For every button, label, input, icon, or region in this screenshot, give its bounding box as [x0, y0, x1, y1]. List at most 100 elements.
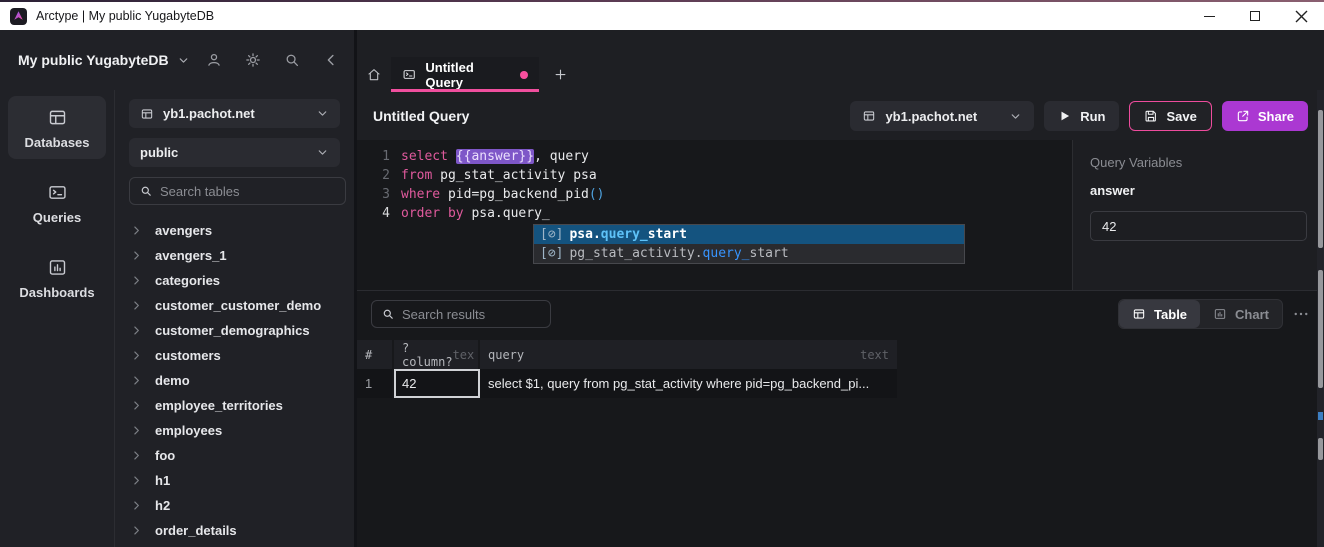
chevron-right-icon [131, 400, 142, 411]
table-list-item[interactable]: categories [129, 268, 340, 293]
search-icon[interactable] [283, 51, 301, 69]
tab-bar: Untitled Query [357, 57, 1324, 92]
table-search [129, 177, 346, 205]
view-table-button[interactable]: Table [1119, 300, 1200, 328]
code-line: select {{answer}}, query [401, 147, 605, 166]
left-sidebar: My public YugabyteDB Databases [0, 30, 357, 547]
new-tab-button[interactable] [539, 57, 581, 92]
minimize-icon [1204, 16, 1215, 17]
user-icon[interactable] [205, 51, 223, 69]
table-list-item[interactable]: customer_demographics [129, 318, 340, 343]
titlebar: Arctype | My public YugabyteDB [0, 2, 1324, 30]
results-search-input[interactable] [402, 307, 541, 322]
table-list-item[interactable]: h2 [129, 493, 340, 518]
view-chart-button[interactable]: Chart [1200, 300, 1282, 328]
scrollbar-thumb[interactable] [1318, 110, 1323, 248]
view-table-label: Table [1154, 307, 1187, 322]
chevron-right-icon [131, 300, 142, 311]
table-name: customers [155, 348, 221, 363]
table-list-item[interactable]: avengers_1 [129, 243, 340, 268]
gear-icon[interactable] [244, 51, 262, 69]
code-line: where pid=pg_backend_pid() [401, 185, 605, 204]
table-name: h1 [155, 473, 170, 488]
table-list-item[interactable]: demo [129, 368, 340, 393]
column-header-index[interactable]: # [357, 340, 394, 369]
scrollbar-thumb[interactable] [1318, 270, 1323, 388]
sql-editor[interactable]: 1234 select {{answer}}, queryfrom pg_sta… [357, 140, 1072, 290]
sidebar-item-dashboards[interactable]: Dashboards [8, 246, 106, 309]
table-list-item[interactable]: foo [129, 443, 340, 468]
table-name: avengers_1 [155, 248, 227, 263]
database-icon [862, 109, 876, 123]
connection-name: yb1.pachot.net [885, 109, 977, 124]
table-name: h2 [155, 498, 170, 513]
table-list-item[interactable]: order_details [129, 518, 340, 543]
table-name: avengers [155, 223, 212, 238]
sidebar-item-queries[interactable]: Queries [8, 171, 106, 234]
table-list-item[interactable]: customers [129, 343, 340, 368]
schema-selector[interactable]: public [129, 138, 340, 167]
table-search-input[interactable] [160, 184, 336, 199]
minimize-button[interactable] [1186, 2, 1232, 30]
run-button[interactable]: Run [1044, 101, 1119, 131]
autocomplete-item[interactable]: [⊘]pg_stat_activity.query_start [534, 244, 964, 263]
tab-untitled-query[interactable]: Untitled Query [391, 57, 539, 92]
scrollbar-marker [1318, 412, 1323, 420]
nav-label: Queries [33, 210, 81, 225]
query-header: Untitled Query yb1.pachot.net Run Save [357, 92, 1324, 140]
autocomplete-popup: [⊘]psa.query_start[⊘]pg_stat_activity.qu… [533, 224, 965, 264]
table-list: avengers avengers_1 categoriescustomer_cus… [129, 212, 340, 547]
share-button[interactable]: Share [1222, 101, 1308, 131]
connection-selector[interactable]: yb1.pachot.net [850, 101, 1034, 131]
sidebar-item-databases[interactable]: Databases [8, 96, 106, 159]
queries-icon [47, 182, 68, 203]
table-list-item[interactable]: h1 [129, 468, 340, 493]
table-list-item[interactable]: avengers [129, 218, 340, 243]
chevron-right-icon [131, 500, 142, 511]
chevron-right-icon [131, 475, 142, 486]
column-header-column1[interactable]: ?column? tex [394, 340, 480, 369]
table-list-item[interactable]: employee_territories [129, 393, 340, 418]
query-title: Untitled Query [373, 108, 469, 124]
table-list-item[interactable]: employees [129, 418, 340, 443]
table-name: employees [155, 423, 222, 438]
results-section: Table Chart # ?column? tex [357, 290, 1324, 547]
table-list-item[interactable]: customer_customer_demo [129, 293, 340, 318]
result-cell-column1[interactable]: 42 [394, 369, 480, 398]
workspace-selector[interactable]: My public YugabyteDB [18, 52, 190, 68]
results-options-icon[interactable] [1292, 305, 1310, 323]
nav-label: Dashboards [19, 285, 94, 300]
line-number: 4 [357, 204, 390, 223]
collapse-sidebar-icon[interactable] [322, 51, 340, 69]
table-name: customer_demographics [155, 323, 310, 338]
table-name: foo [155, 448, 175, 463]
chevron-right-icon [131, 275, 142, 286]
variable-value-input[interactable] [1090, 211, 1307, 241]
column-header-query[interactable]: query text [480, 340, 897, 369]
query-tab-icon [402, 67, 416, 82]
play-icon [1058, 109, 1072, 123]
results-toolbar: Table Chart [357, 291, 1324, 337]
table-row: 1 42 select $1, query from pg_stat_activ… [357, 369, 897, 398]
chevron-right-icon [131, 225, 142, 236]
window-scrollbar[interactable] [1317, 90, 1324, 547]
chevron-down-icon [1009, 110, 1022, 123]
save-button[interactable]: Save [1129, 101, 1211, 131]
table-name: employee_territories [155, 398, 283, 413]
autocomplete-item[interactable]: [⊘]psa.query_start [534, 225, 964, 244]
maximize-button[interactable] [1232, 2, 1278, 30]
view-chart-label: Chart [1235, 307, 1269, 322]
chevron-right-icon [131, 375, 142, 386]
tab-home[interactable] [357, 57, 391, 92]
results-table: # ?column? tex query text 1 42 sel [357, 340, 897, 398]
arctype-logo [10, 8, 27, 25]
column-icon: [⊘] [540, 246, 563, 261]
variables-panel-title: Query Variables [1090, 155, 1307, 170]
result-cell-query[interactable]: select $1, query from pg_stat_activity w… [480, 369, 897, 398]
server-selector[interactable]: yb1.pachot.net [129, 99, 340, 128]
chevron-right-icon [131, 525, 142, 536]
close-button[interactable] [1278, 2, 1324, 30]
scrollbar-thumb[interactable] [1318, 438, 1323, 460]
schema-name: public [140, 145, 178, 160]
window-title: Arctype | My public YugabyteDB [36, 9, 214, 23]
